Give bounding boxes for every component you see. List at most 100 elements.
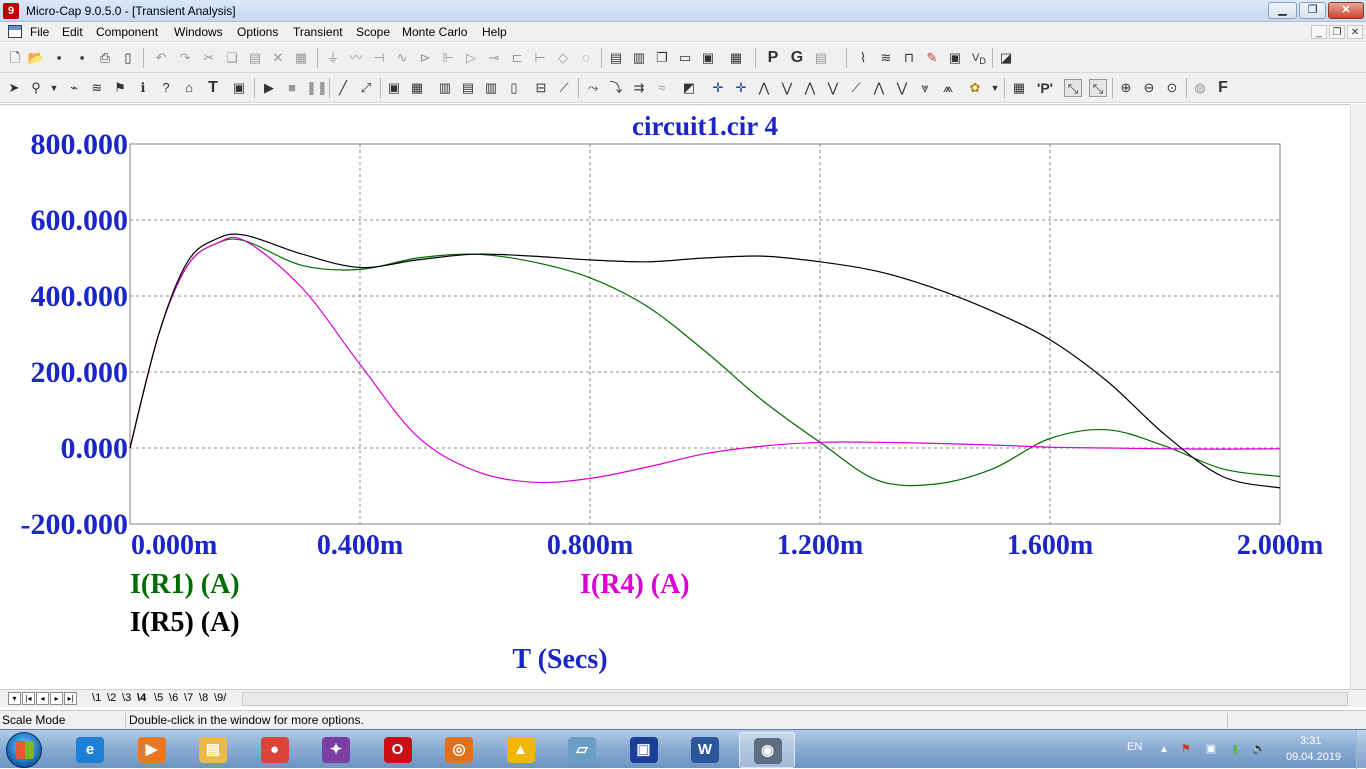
- text-tool-button[interactable]: T: [204, 79, 222, 97]
- properties-icon[interactable]: ▣: [699, 49, 717, 67]
- graph-icon[interactable]: ⌇: [854, 49, 872, 67]
- delete-icon[interactable]: ✕: [269, 49, 287, 67]
- high-icon[interactable]: ⇉: [630, 79, 648, 97]
- taskbar-app-button[interactable]: e: [62, 732, 118, 768]
- select-arrow-icon[interactable]: ➤: [5, 79, 23, 97]
- menu-windows[interactable]: Windows: [174, 25, 223, 39]
- clock-time[interactable]: 3:31: [1300, 735, 1321, 747]
- taskbar-app-button[interactable]: ▱: [554, 732, 610, 768]
- opamp-icon[interactable]: ▷: [462, 49, 480, 67]
- page-tab-2[interactable]: \2: [107, 692, 116, 706]
- preferences-icon[interactable]: ▤: [812, 49, 830, 67]
- select-all-icon[interactable]: ▦: [292, 49, 310, 67]
- clock-date[interactable]: 09.04.2019: [1286, 751, 1341, 763]
- analysis-icon[interactable]: ◪: [997, 49, 1015, 67]
- close-button[interactable]: ✕: [1328, 2, 1364, 19]
- npn-icon[interactable]: ⊏: [508, 49, 526, 67]
- legend-i-r4[interactable]: I(R4) (A): [580, 569, 690, 600]
- waveform-icon[interactable]: ≋: [877, 49, 895, 67]
- ground-icon[interactable]: ⏚: [324, 49, 342, 67]
- stop-icon[interactable]: ■: [283, 79, 301, 97]
- node-icon[interactable]: ⌂: [180, 79, 198, 97]
- series-line-1[interactable]: [129, 238, 1281, 487]
- probe-icon[interactable]: ◌: [577, 49, 595, 67]
- peak-icon[interactable]: ⤳: [584, 79, 602, 97]
- transient-plot[interactable]: 800.000 600.000 400.000 200.000 0.000 -200.00…: [0, 104, 1350, 689]
- pnp-icon[interactable]: ⊢: [531, 49, 549, 67]
- column-icon[interactable]: ▯: [505, 79, 523, 97]
- taskbar-app-button[interactable]: ▣: [616, 732, 672, 768]
- window-icon[interactable]: ▭: [676, 49, 694, 67]
- copy-icon[interactable]: ❏: [223, 49, 241, 67]
- series-line-3[interactable]: [129, 233, 1281, 489]
- menu-transient[interactable]: Transient: [293, 25, 343, 39]
- zoom-out-icon[interactable]: ⊖: [1140, 79, 1158, 97]
- g-button[interactable]: G: [788, 49, 806, 67]
- taskbar-app-button[interactable]: ✦: [308, 732, 364, 768]
- diode-icon[interactable]: ⊳: [416, 49, 434, 67]
- chevron-down-icon[interactable]: ▼: [45, 79, 63, 97]
- legend-i-r1[interactable]: I(R1) (A): [130, 569, 240, 600]
- tile-vertical-icon[interactable]: ▥: [630, 49, 648, 67]
- help-icon[interactable]: ?: [157, 79, 175, 97]
- switch-icon[interactable]: ⊸: [485, 49, 503, 67]
- zoom-fit-icon[interactable]: ⊙: [1163, 79, 1181, 97]
- battery-icon[interactable]: ⊩: [439, 49, 457, 67]
- taskbar-app-button[interactable]: ▶: [124, 732, 180, 768]
- minor-grid-icon[interactable]: ▦: [408, 79, 426, 97]
- flag-icon[interactable]: ⚑: [111, 79, 129, 97]
- grid-icon[interactable]: ▣: [385, 79, 403, 97]
- low-search-icon[interactable]: ⋁: [824, 79, 842, 97]
- page-tab-3[interactable]: \3: [122, 692, 131, 706]
- inductor-icon[interactable]: ∿: [393, 49, 411, 67]
- taskbar-app-button[interactable]: ◉: [738, 732, 795, 768]
- network-error-icon[interactable]: ⚑: [1179, 742, 1193, 756]
- mdi-close-button[interactable]: ✕: [1347, 25, 1363, 39]
- pulse-icon[interactable]: ⊓: [900, 49, 918, 67]
- top-icon[interactable]: ⩔: [916, 79, 934, 97]
- properties-icon[interactable]: ▣: [230, 79, 248, 97]
- pp-button[interactable]: 'P': [1036, 79, 1054, 97]
- series-line-2[interactable]: [129, 236, 1281, 484]
- bus-icon[interactable]: ≋: [88, 79, 106, 97]
- window-split-icon[interactable]: ⊟: [532, 79, 550, 97]
- scope-icon[interactable]: ▣: [946, 49, 964, 67]
- info-icon[interactable]: ℹ: [134, 79, 152, 97]
- maximize-button[interactable]: ❐: [1299, 2, 1326, 19]
- taskbar-app-button[interactable]: ▲: [493, 732, 549, 768]
- start-button[interactable]: [6, 732, 42, 768]
- numeric-output-icon[interactable]: ▦: [1010, 79, 1028, 97]
- menu-edit[interactable]: Edit: [62, 25, 83, 39]
- next-page-icon[interactable]: ▸: [50, 692, 63, 705]
- scale-x-icon[interactable]: ⤡: [1064, 79, 1082, 97]
- high-search-icon[interactable]: ⋀: [801, 79, 819, 97]
- zoom-in-icon[interactable]: ⊕: [1117, 79, 1135, 97]
- language-indicator[interactable]: EN: [1127, 741, 1142, 753]
- scale-y-icon[interactable]: ⤡: [1089, 79, 1107, 97]
- peak-search-icon[interactable]: ⋀: [755, 79, 773, 97]
- minimize-button[interactable]: ▁: [1268, 2, 1297, 19]
- cut-icon[interactable]: ✂: [200, 49, 218, 67]
- new-icon[interactable]: 🗋: [6, 49, 24, 67]
- taskbar-app-button[interactable]: ●: [247, 732, 303, 768]
- low-icon[interactable]: ≈: [653, 79, 671, 97]
- first-page-icon[interactable]: |◂: [22, 692, 35, 705]
- page-tab-8[interactable]: \8: [199, 692, 208, 706]
- cascade-icon[interactable]: ❐: [653, 49, 671, 67]
- p-button[interactable]: P: [764, 49, 782, 67]
- marker-icon[interactable]: ✎: [923, 49, 941, 67]
- print-icon[interactable]: ⎙: [96, 49, 114, 67]
- page-tab-9[interactable]: \9/: [214, 692, 226, 706]
- menu-monte-carlo[interactable]: Monte Carlo: [402, 25, 467, 39]
- page-tab-6[interactable]: \6: [169, 692, 178, 706]
- horizontal-scrollbar[interactable]: [242, 692, 1348, 706]
- page-tab-7[interactable]: \7: [184, 692, 193, 706]
- volume-icon[interactable]: 🔈: [1252, 742, 1266, 756]
- pause-icon[interactable]: ❚❚: [306, 79, 328, 97]
- tray-expand-icon[interactable]: ▴: [1157, 742, 1171, 756]
- redo-icon[interactable]: ↷: [176, 49, 194, 67]
- gate-icon[interactable]: ◇: [554, 49, 572, 67]
- tab-menu-button[interactable]: ▾: [8, 692, 21, 705]
- taskbar-app-button[interactable]: W: [677, 732, 733, 768]
- menu-options[interactable]: Options: [237, 25, 278, 39]
